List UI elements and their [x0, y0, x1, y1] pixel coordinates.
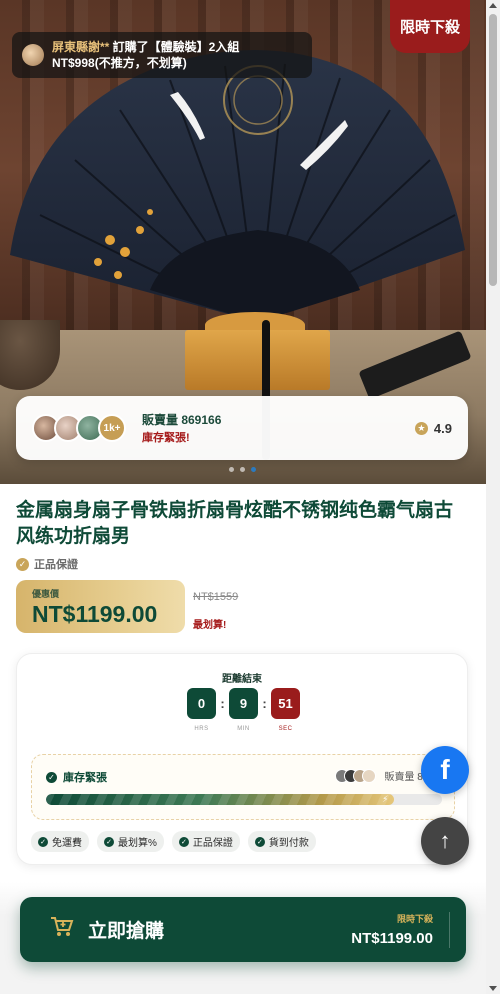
stock-title: 庫存緊張 — [63, 772, 107, 784]
facebook-button[interactable]: f — [421, 746, 469, 794]
product-image-carousel[interactable]: 限時下殺 屏東縣謝** 訂購了【體驗裝】2入組 NT$998(不推方，不划算) … — [0, 0, 486, 484]
rating-value: 4.9 — [433, 420, 452, 436]
scroll-down-arrow-icon[interactable] — [489, 986, 497, 991]
countdown-timer: 0 HRS : 9 MIN : 51 SEC — [187, 688, 300, 732]
time-separator: : — [262, 696, 267, 711]
purchase-action: 訂購了【體驗裝】2入組 — [109, 40, 240, 54]
limited-time-badge: 限時下殺 — [390, 0, 470, 53]
minutes-value: 9 — [229, 688, 258, 719]
sold-count: 販賣量 869166 — [142, 413, 222, 427]
star-icon: ★ — [414, 421, 428, 435]
purchase-price: NT$998(不推方，不划算) — [52, 56, 187, 70]
stock-warning: 庫存緊張! — [142, 432, 190, 444]
original-price: NT$1559 — [193, 591, 239, 603]
service-tag-label: 最划算% — [118, 838, 157, 849]
check-badge-icon: ✓ — [16, 557, 29, 571]
service-tag-label: 免運費 — [52, 838, 82, 849]
service-tag-label: 正品保證 — [192, 838, 233, 849]
countdown-seconds: 51 SEC — [271, 688, 300, 732]
page-scrollbar[interactable] — [486, 0, 500, 994]
service-tag: ✓ 正品保證 — [171, 831, 240, 852]
sales-stats-card: 1k+ 販賣量 869166 庫存緊張! ★ 4.9 — [16, 396, 468, 460]
sales-info: 販賣量 869166 庫存緊張! — [142, 411, 221, 445]
buy-promo-text: 限時下殺 — [396, 913, 433, 924]
check-icon: ✓ — [178, 836, 189, 847]
cart-icon — [50, 916, 76, 944]
carousel-dot-active[interactable] — [251, 467, 256, 472]
check-icon: ✓ — [104, 836, 114, 847]
seconds-value: 51 — [271, 688, 300, 719]
avatar — [361, 768, 376, 783]
countdown-card: 距離結束 0 HRS : 9 MIN : 51 SEC ✓ 庫存緊張 販賣量 8… — [16, 653, 468, 865]
price-label: 優惠價 — [32, 589, 60, 599]
check-badge-icon: ✓ — [46, 771, 57, 783]
service-tag: ✓ 最划算% — [97, 831, 164, 852]
product-title: 金属扇身扇子骨铁扇折扇骨炫酷不锈钢纯色霸气扇古风练功折扇男 — [16, 500, 454, 547]
buy-price: NT$1199.00 — [351, 929, 433, 947]
stock-progress-bar: ⚡ — [46, 794, 442, 805]
guarantee-label: 正品保證 — [34, 559, 78, 571]
stock-progress-fill: ⚡ — [46, 794, 395, 805]
lightning-icon: ⚡ — [382, 794, 389, 804]
price-box: 優惠價 NT$1199.00 — [16, 580, 185, 633]
buyer-avatars-small — [334, 768, 376, 783]
scrollbar-thumb[interactable] — [489, 14, 497, 286]
hours-value: 0 — [187, 688, 216, 719]
carousel-dots — [229, 467, 256, 472]
check-icon: ✓ — [254, 836, 265, 847]
avatar-more-count: 1k+ — [98, 414, 126, 442]
service-tag: ✓ 貨到付款 — [247, 831, 316, 852]
sale-price: NT$1199.00 — [32, 601, 158, 627]
stock-panel-title: ✓ 庫存緊張 — [46, 769, 107, 785]
minutes-label: MIN — [237, 726, 250, 732]
facebook-icon: f — [440, 754, 450, 785]
fan-stand — [185, 330, 330, 390]
deal-text: 最划算! — [193, 620, 227, 631]
service-tag-label: 貨到付款 — [268, 838, 309, 849]
time-separator: : — [220, 696, 225, 711]
service-tags: ✓ 免運費 ✓ 最划算% ✓ 正品保證 ✓ 貨到付款 — [31, 831, 316, 852]
buy-now-label: 立即搶購 — [88, 921, 165, 942]
purchase-text: 屏東縣謝** 訂購了【體驗裝】2入組 NT$998(不推方，不划算) — [52, 39, 239, 71]
buy-now-button[interactable]: 立即搶購 限時下殺 NT$1199.00 — [20, 897, 466, 962]
stock-sold-info: 販賣量 869 — [334, 768, 434, 783]
seconds-label: SEC — [278, 726, 293, 732]
arrow-up-icon: ↑ — [439, 828, 451, 853]
stock-panel: ✓ 庫存緊張 販賣量 869 ⚡ — [31, 754, 455, 820]
countdown-title: 距離結束 — [222, 674, 262, 685]
countdown-hours: 0 HRS — [187, 688, 216, 732]
buyer-avatar — [22, 44, 44, 66]
buyer-name: 屏東縣謝** — [52, 40, 110, 54]
countdown-minutes: 9 MIN — [229, 688, 258, 732]
rating: ★ 4.9 — [414, 420, 452, 436]
scroll-to-top-button[interactable]: ↑ — [421, 817, 469, 865]
check-icon: ✓ — [38, 836, 48, 847]
carousel-dot[interactable] — [240, 467, 245, 472]
buy-price-block: 限時下殺 NT$1199.00 — [351, 911, 450, 948]
service-tag: ✓ 免運費 — [31, 831, 89, 852]
recent-purchase-toast: 屏東縣謝** 訂購了【體驗裝】2入組 NT$998(不推方，不划算) — [12, 32, 312, 78]
buyer-avatars: 1k+ — [32, 414, 126, 442]
authentic-guarantee: ✓ 正品保證 — [16, 556, 78, 572]
scroll-up-arrow-icon[interactable] — [489, 3, 497, 8]
hours-label: HRS — [194, 726, 209, 732]
carousel-dot[interactable] — [229, 467, 234, 472]
